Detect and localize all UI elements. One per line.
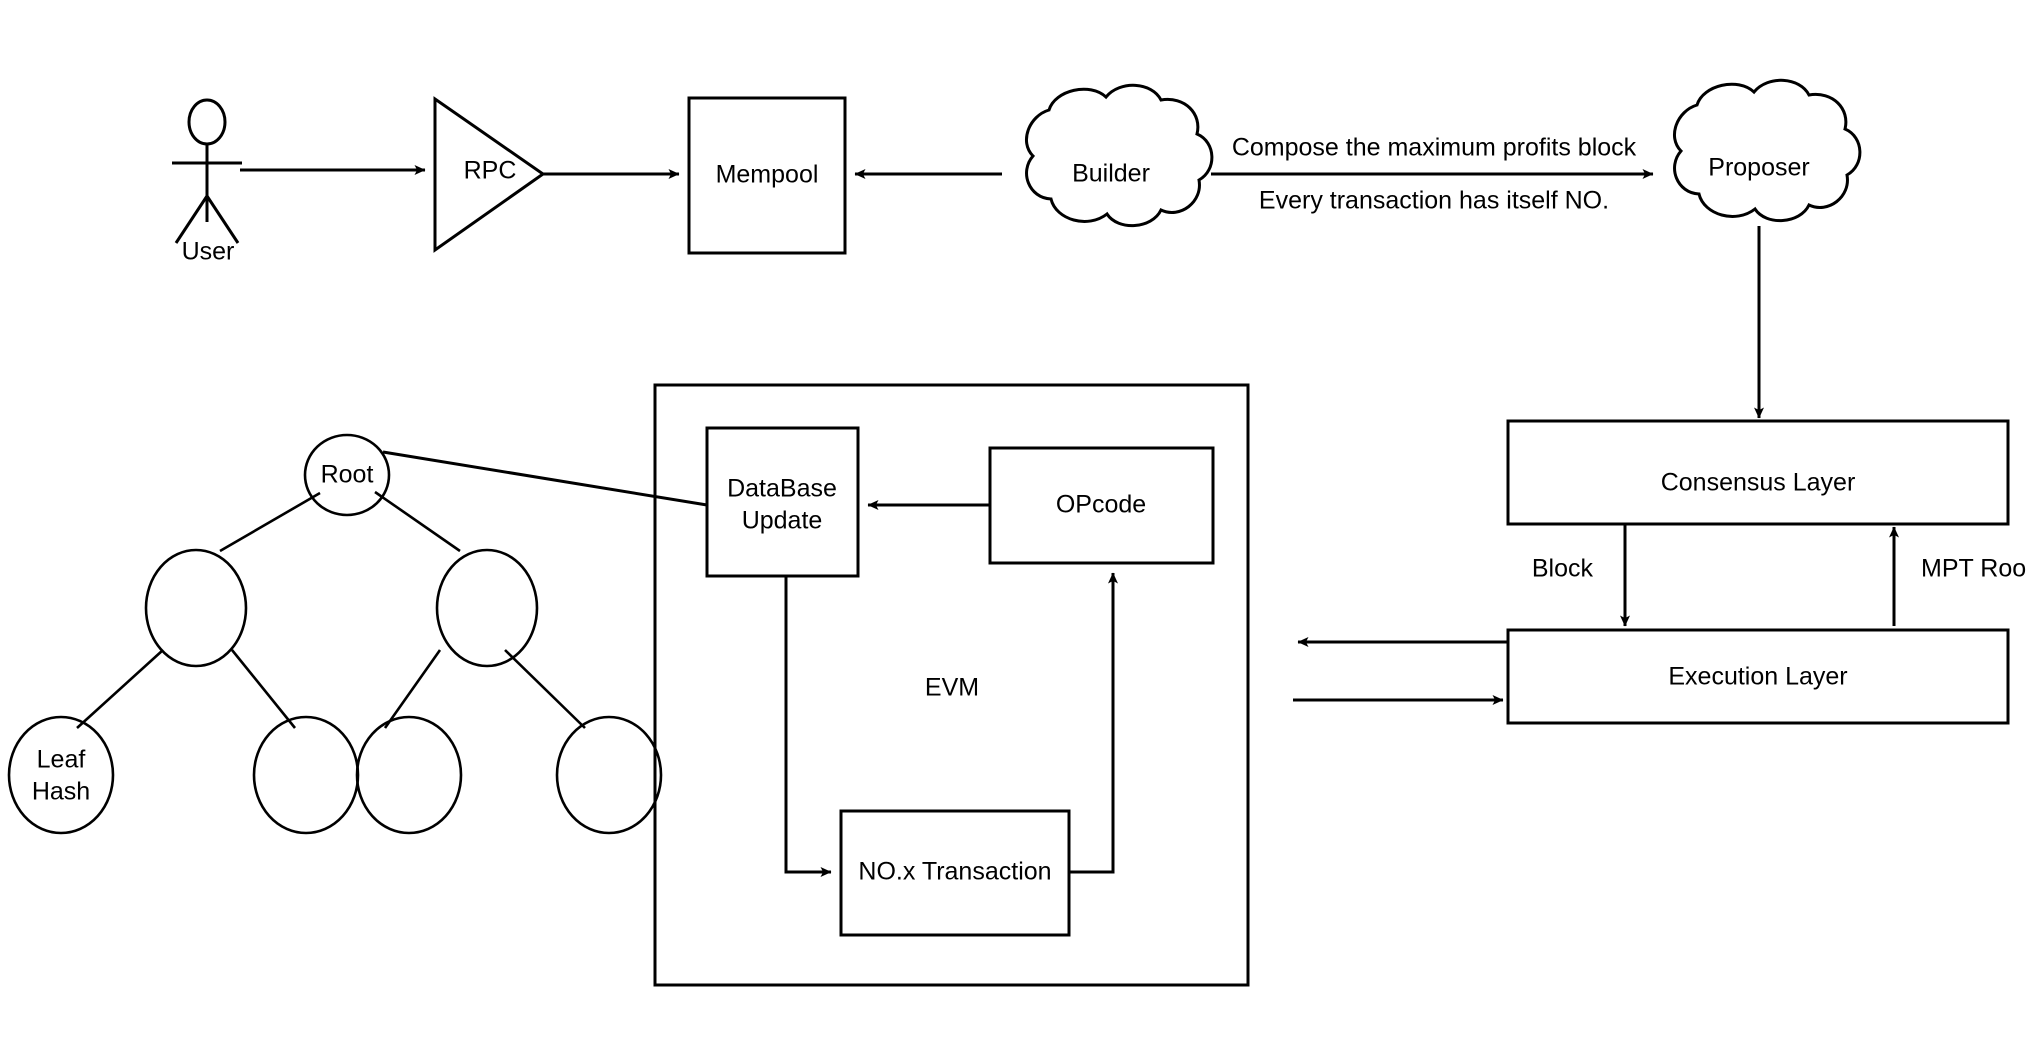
leaf-hash-label-line1: Leaf [37, 746, 86, 774]
user-figure [172, 98, 242, 244]
database-update-label-line2: Update [742, 507, 823, 535]
edge-database-to-transaction [784, 576, 832, 877]
builder-label: Builder [1072, 160, 1150, 188]
proposer-cloud [1672, 78, 1862, 223]
tree-edge-left-leaf2 [230, 649, 297, 729]
edge-label-mpt-root: MPT Root [1921, 555, 2026, 583]
consensus-layer-label: Consensus Layer [1661, 469, 1856, 497]
tree-edge-root-left [219, 491, 321, 553]
opcode-label: OPcode [1056, 491, 1146, 519]
tree-node-leaf-2 [252, 715, 360, 835]
rpc-label: RPC [464, 157, 517, 185]
leaf-hash-label-line2: Hash [32, 778, 90, 806]
tree-node-leaf-1 [7, 715, 115, 835]
edge-root-to-database [382, 450, 708, 507]
tree-edge-right-leaf4 [504, 649, 586, 729]
database-update-label-line1: DataBase [727, 475, 837, 503]
tree-node-leaf-3 [355, 715, 463, 835]
diagram-canvas: User RPC Mempool Builder Compose the max… [0, 0, 2026, 1056]
edge-label-every-transaction: Every transaction has itself NO. [1259, 187, 1609, 215]
edge-label-block: Block [1532, 555, 1594, 583]
transaction-label: NO.x Transaction [858, 858, 1051, 886]
tree-node-leaf-4 [555, 715, 663, 835]
builder-cloud [1024, 83, 1214, 228]
mempool-label: Mempool [716, 161, 819, 189]
execution-layer-label: Execution Layer [1668, 663, 1847, 691]
tree-edge-root-right [374, 490, 461, 553]
evm-label: EVM [925, 674, 979, 702]
user-label: User [182, 238, 235, 266]
root-label: Root [321, 461, 374, 489]
edge-transaction-to-opcode [1069, 572, 1118, 874]
tree-edge-left-leaf1 [76, 649, 164, 729]
proposer-label: Proposer [1708, 154, 1809, 182]
tree-node-internal-right [435, 548, 539, 668]
edge-label-compose-block: Compose the maximum profits block [1232, 134, 1637, 162]
tree-node-internal-left [144, 548, 248, 668]
